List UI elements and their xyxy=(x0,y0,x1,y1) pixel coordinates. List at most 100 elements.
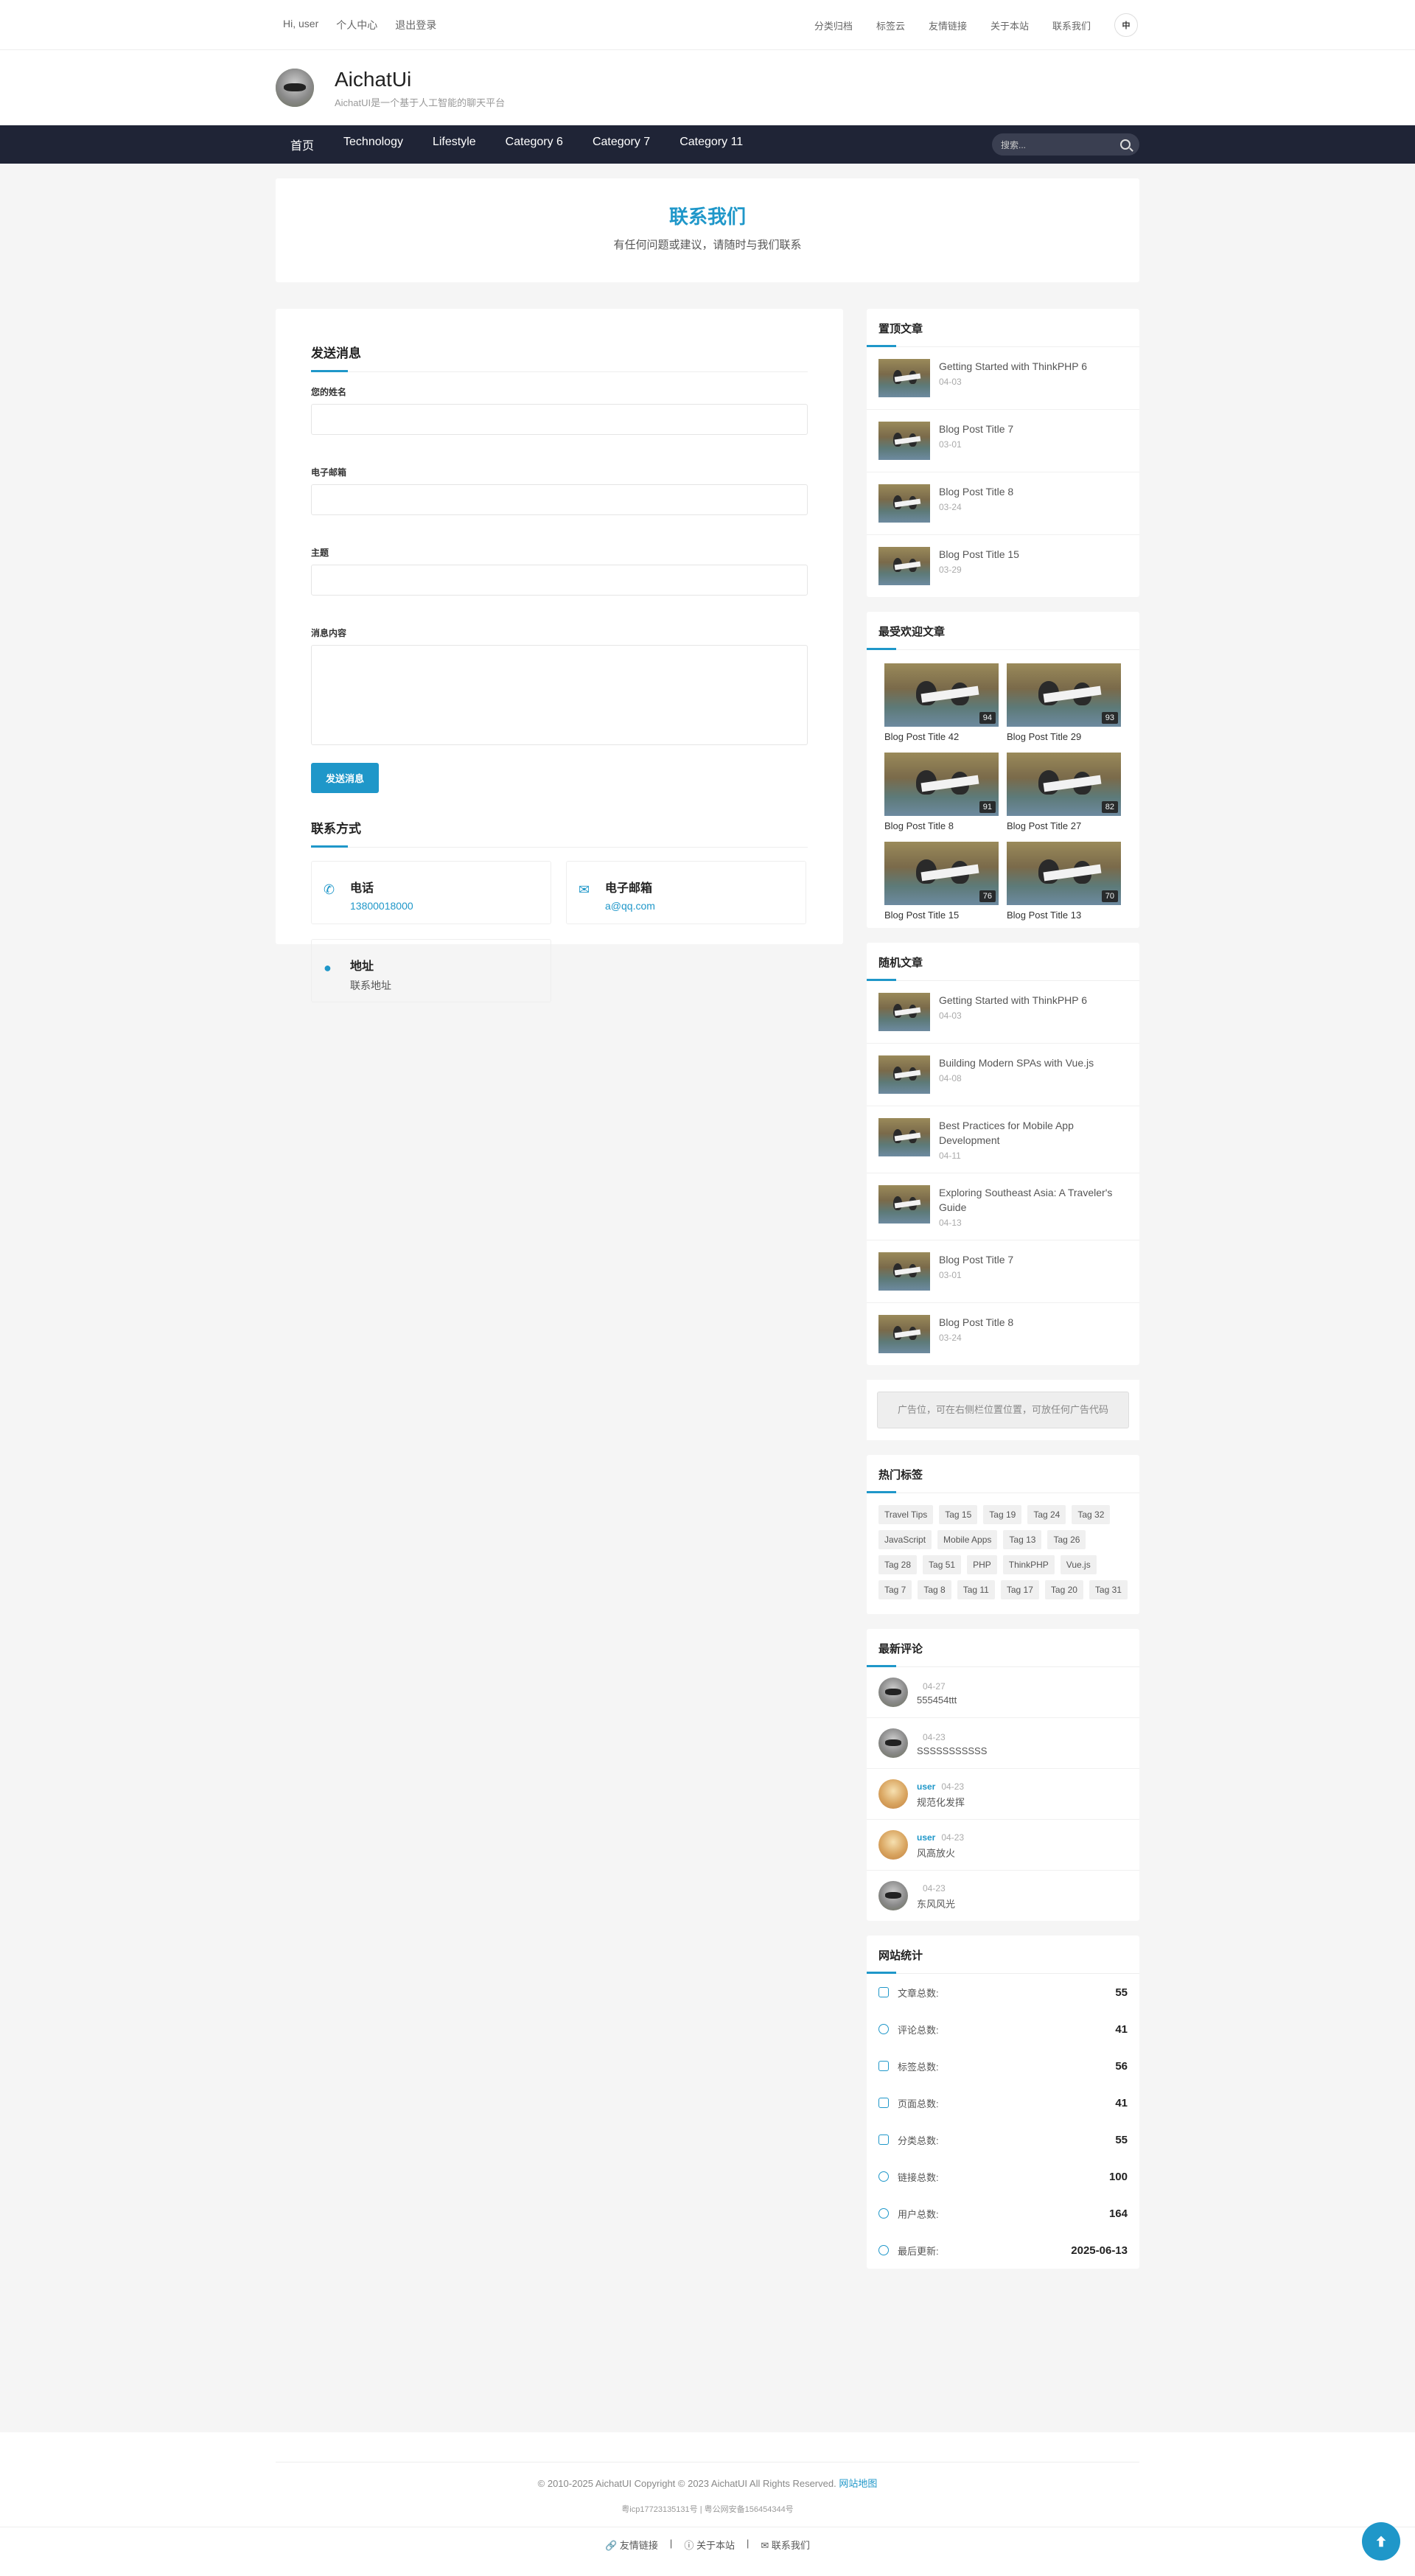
tag-chip[interactable]: Tag 20 xyxy=(1044,1580,1083,1599)
tag-chip[interactable]: JavaScript xyxy=(878,1530,932,1549)
top-link-tags[interactable]: 标签云 xyxy=(876,18,905,32)
phone-value[interactable]: 13800018000 xyxy=(350,900,413,912)
tag-chip[interactable]: Tag 11 xyxy=(957,1580,995,1599)
comment-text[interactable]: 规范化发挥 xyxy=(917,1795,965,1809)
list-item[interactable]: Exploring Southeast Asia: A Traveler's G… xyxy=(867,1173,1139,1240)
footer-link-friends[interactable]: 🔗 友情链接 xyxy=(605,2538,658,2552)
popular-thumbnail[interactable]: 91 xyxy=(884,753,999,816)
tag-chip[interactable]: Travel Tips xyxy=(878,1505,934,1524)
tag-chip[interactable]: Tag 32 xyxy=(1072,1505,1111,1524)
article-title[interactable]: Getting Started with ThinkPHP 6 xyxy=(939,359,1087,374)
comment-text[interactable]: SSSSSSSSSSS xyxy=(917,1745,987,1756)
article-thumbnail[interactable] xyxy=(878,1055,930,1094)
tag-chip[interactable]: Tag 8 xyxy=(918,1580,951,1599)
popular-item[interactable]: 82 Blog Post Title 27 xyxy=(1007,753,1122,831)
article-thumbnail[interactable] xyxy=(878,1185,930,1224)
tag-chip[interactable]: Tag 19 xyxy=(983,1505,1022,1524)
article-title[interactable]: Blog Post Title 7 xyxy=(939,422,1013,436)
top-link-friends[interactable]: 友情链接 xyxy=(929,18,967,32)
comment-text[interactable]: 东风风光 xyxy=(917,1896,955,1910)
popular-title-text[interactable]: Blog Post Title 27 xyxy=(1007,820,1122,831)
logout-link[interactable]: 退出登录 xyxy=(395,18,436,32)
popular-item[interactable]: 93 Blog Post Title 29 xyxy=(1007,663,1122,742)
tag-chip[interactable]: Vue.js xyxy=(1060,1555,1097,1574)
article-title[interactable]: Best Practices for Mobile App Developmen… xyxy=(939,1118,1128,1148)
email-field[interactable] xyxy=(311,484,808,515)
tag-chip[interactable]: Tag 17 xyxy=(1000,1580,1039,1599)
comment-item[interactable]: 04-27 555454ttt xyxy=(867,1667,1139,1718)
article-thumbnail[interactable] xyxy=(878,484,930,523)
article-thumbnail[interactable] xyxy=(878,1252,930,1291)
comment-text[interactable]: 555454ttt xyxy=(917,1694,957,1706)
ad-placeholder[interactable]: 广告位，可在右侧栏位置位置，可放任何广告代码 xyxy=(877,1392,1129,1428)
comment-item[interactable]: 04-23 SSSSSSSSSSS xyxy=(867,1718,1139,1769)
comment-text[interactable]: 风高放火 xyxy=(917,1846,964,1860)
tag-chip[interactable]: Tag 51 xyxy=(923,1555,962,1574)
list-item[interactable]: Best Practices for Mobile App Developmen… xyxy=(867,1106,1139,1173)
list-item[interactable]: Blog Post Title 7 03-01 xyxy=(867,1240,1139,1303)
popular-title-text[interactable]: Blog Post Title 8 xyxy=(884,820,999,831)
popular-thumbnail[interactable]: 82 xyxy=(1007,753,1121,816)
article-title[interactable]: Blog Post Title 15 xyxy=(939,547,1019,562)
list-item[interactable]: Blog Post Title 8 03-24 xyxy=(867,472,1139,535)
popular-item[interactable]: 94 Blog Post Title 42 xyxy=(884,663,999,742)
article-thumbnail[interactable] xyxy=(878,359,930,397)
email-value[interactable]: a@qq.com xyxy=(605,900,655,912)
nav-item-category-11[interactable]: Category 11 xyxy=(679,136,743,153)
nav-item-lifestyle[interactable]: Lifestyle xyxy=(433,136,476,153)
nav-item-technology[interactable]: Technology xyxy=(343,136,403,153)
article-thumbnail[interactable] xyxy=(878,547,930,585)
top-link-about[interactable]: 关于本站 xyxy=(990,18,1029,32)
footer-link-about[interactable]: ⓘ 关于本站 xyxy=(684,2538,735,2552)
article-title[interactable]: Exploring Southeast Asia: A Traveler's G… xyxy=(939,1185,1128,1215)
site-logo-avatar[interactable] xyxy=(276,69,314,107)
top-link-archive[interactable]: 分类归档 xyxy=(814,18,853,32)
footer-link-contact[interactable]: ✉ 联系我们 xyxy=(761,2538,810,2552)
comment-item[interactable]: user 04-23 规范化发挥 xyxy=(867,1769,1139,1820)
list-item[interactable]: Blog Post Title 7 03-01 xyxy=(867,410,1139,472)
name-field[interactable] xyxy=(311,404,808,435)
top-link-contact[interactable]: 联系我们 xyxy=(1052,18,1091,32)
article-thumbnail[interactable] xyxy=(878,993,930,1031)
article-title[interactable]: Blog Post Title 8 xyxy=(939,1315,1013,1330)
article-thumbnail[interactable] xyxy=(878,1315,930,1353)
list-item[interactable]: Building Modern SPAs with Vue.js 04-08 xyxy=(867,1044,1139,1106)
comment-user[interactable]: user xyxy=(917,1781,935,1792)
site-title[interactable]: AichatUi xyxy=(335,67,505,92)
profile-link[interactable]: 个人中心 xyxy=(336,18,377,32)
popular-thumbnail[interactable]: 70 xyxy=(1007,842,1121,905)
article-title[interactable]: Building Modern SPAs with Vue.js xyxy=(939,1055,1094,1070)
tag-chip[interactable]: ThinkPHP xyxy=(1002,1555,1055,1574)
popular-title-text[interactable]: Blog Post Title 13 xyxy=(1007,910,1122,921)
nav-item-category-7[interactable]: Category 7 xyxy=(593,136,650,153)
article-title[interactable]: Getting Started with ThinkPHP 6 xyxy=(939,993,1087,1008)
list-item[interactable]: Blog Post Title 8 03-24 xyxy=(867,1303,1139,1365)
nav-item-category-6[interactable]: Category 6 xyxy=(506,136,563,153)
popular-thumbnail[interactable]: 93 xyxy=(1007,663,1121,727)
language-switch[interactable]: 中 xyxy=(1114,13,1138,37)
popular-item[interactable]: 76 Blog Post Title 15 xyxy=(884,842,999,921)
popular-title-text[interactable]: Blog Post Title 42 xyxy=(884,731,999,742)
sitemap-link[interactable]: 网站地图 xyxy=(839,2478,877,2489)
comment-item[interactable]: user 04-23 风高放火 xyxy=(867,1820,1139,1871)
send-message-button[interactable]: 发送消息 xyxy=(311,763,380,793)
article-thumbnail[interactable] xyxy=(878,1118,930,1156)
tag-chip[interactable]: Tag 13 xyxy=(1003,1530,1042,1549)
tag-chip[interactable]: Tag 26 xyxy=(1047,1530,1086,1549)
tag-chip[interactable]: Tag 7 xyxy=(878,1580,912,1599)
article-thumbnail[interactable] xyxy=(878,422,930,460)
popular-title-text[interactable]: Blog Post Title 15 xyxy=(884,910,999,921)
popular-title-text[interactable]: Blog Post Title 29 xyxy=(1007,731,1122,742)
message-textarea[interactable] xyxy=(311,645,808,745)
list-item[interactable]: Getting Started with ThinkPHP 6 04-03 xyxy=(867,981,1139,1044)
search-icon[interactable] xyxy=(1120,139,1131,150)
nav-item-home[interactable]: 首页 xyxy=(290,136,314,153)
tag-chip[interactable]: Tag 15 xyxy=(939,1505,978,1524)
tag-chip[interactable]: Tag 24 xyxy=(1027,1505,1066,1524)
list-item[interactable]: Getting Started with ThinkPHP 6 04-03 xyxy=(867,347,1139,410)
popular-item[interactable]: 91 Blog Post Title 8 xyxy=(884,753,999,831)
icp-record[interactable]: 粤icp17723135131号 | 粤公网安备156454344号 xyxy=(276,2503,1139,2515)
popular-thumbnail[interactable]: 76 xyxy=(884,842,999,905)
popular-item[interactable]: 70 Blog Post Title 13 xyxy=(1007,842,1122,921)
tag-chip[interactable]: PHP xyxy=(967,1555,997,1574)
